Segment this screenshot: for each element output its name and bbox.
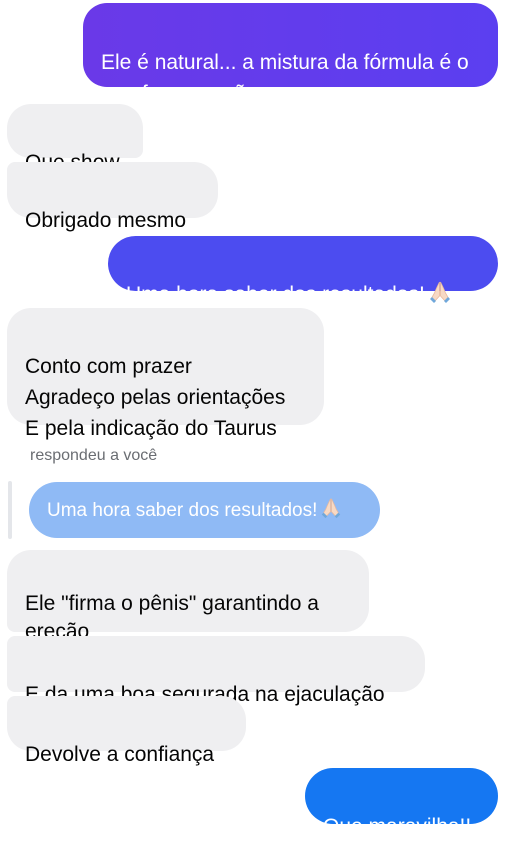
outgoing-message[interactable]: Ele é natural... a mistura da fórmula é … xyxy=(83,3,498,105)
message-text: Obrigado mesmo xyxy=(25,209,187,232)
incoming-message[interactable]: Ele "firma o pênis" garantindo a ereção xyxy=(7,550,369,643)
outgoing-message[interactable]: Uma hora saber dos resultados! xyxy=(108,236,498,306)
incoming-message[interactable]: Devolve a confiança xyxy=(7,696,246,766)
chat-thread: { "messages": { "m1": "Ele é natural... … xyxy=(0,0,509,838)
quoted-text: Uma hora saber dos resultados! xyxy=(47,500,318,521)
message-text: Uma hora saber dos resultados! xyxy=(126,283,425,306)
outgoing-message[interactable]: Que maravilha!! xyxy=(305,768,498,838)
incoming-message[interactable]: E da uma boa segurada na ejaculação xyxy=(7,636,425,706)
reply-indicator: respondeu a você xyxy=(30,447,158,464)
reply-bar xyxy=(8,481,12,539)
quoted-message[interactable]: Uma hora saber dos resultados! xyxy=(29,482,380,538)
message-text: Que maravilha!! xyxy=(323,815,472,838)
prayer-icon xyxy=(427,279,453,314)
prayer-icon xyxy=(319,496,343,529)
incoming-message[interactable]: Obrigado mesmo xyxy=(7,162,218,232)
incoming-message[interactable]: Conto com prazer Agradeço pelas orientaç… xyxy=(7,308,324,440)
incoming-message[interactable]: Que show xyxy=(7,104,143,174)
message-text: Ele é natural... a mistura da fórmula é … xyxy=(101,51,469,105)
message-text: Conto com prazer Agradeço pelas orientaç… xyxy=(25,355,286,440)
message-text: Devolve a confiança xyxy=(25,743,215,766)
